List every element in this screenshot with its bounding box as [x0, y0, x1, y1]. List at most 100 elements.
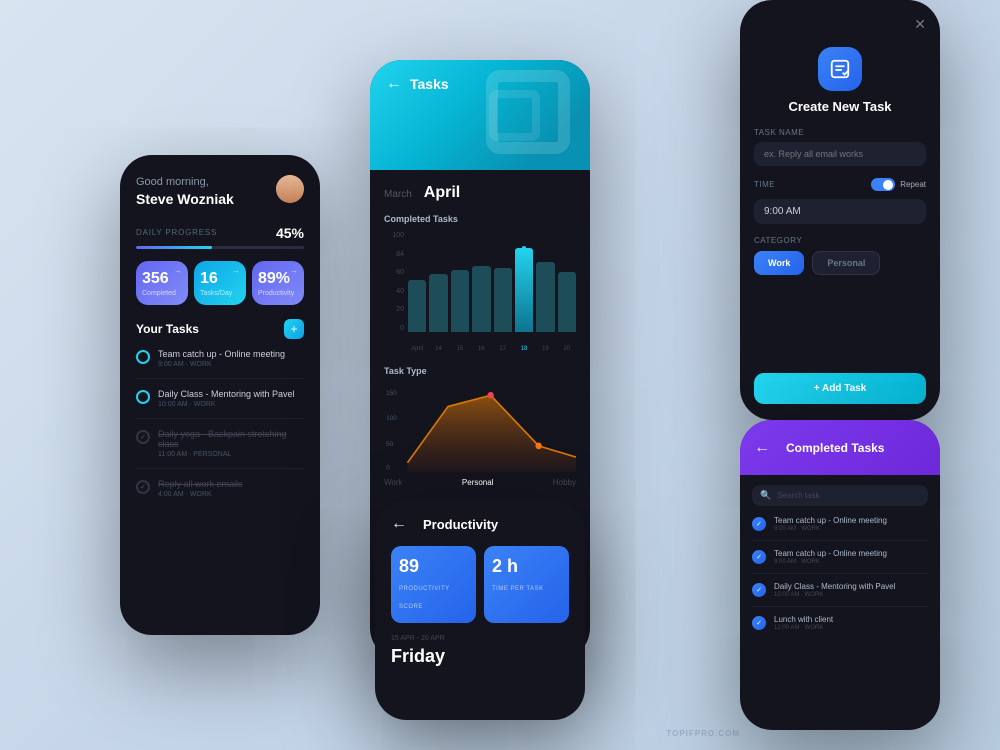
task-type-label: Task Type	[384, 366, 576, 376]
task-item[interactable]: Team catch up - Online meeting 9:00 AM ·…	[136, 349, 304, 379]
task-checkbox[interactable]	[136, 350, 150, 364]
back-arrow-icon[interactable]: ←	[391, 516, 407, 532]
bar-chart-xaxis: April 14 15 16 17 18 19 20	[408, 346, 576, 352]
completed-task-name: Team catch up - Online meeting	[774, 549, 928, 558]
completed-task-meta: 12:00 AM · WORK	[774, 625, 928, 631]
stat-card-tasks-per-day[interactable]: → 16 Tasks/Day	[194, 261, 246, 305]
task-name: Reply all work emails	[158, 479, 304, 489]
task-checkbox-done[interactable]	[136, 480, 150, 494]
svg-text:150: 150	[386, 390, 397, 397]
bar-18-active	[515, 248, 533, 332]
add-task-button[interactable]: +	[284, 319, 304, 339]
productivity-score-card: 89 PRODUCTIVITY SCORE	[391, 546, 476, 623]
progress-percent: 45%	[276, 225, 304, 241]
task-name-group: Task Name	[754, 128, 926, 166]
task-checkbox-done[interactable]	[136, 430, 150, 444]
repeat-label: Repeat	[900, 180, 926, 189]
search-placeholder: Search task	[777, 491, 819, 500]
stat-card-completed[interactable]: → 356 Completed	[136, 261, 188, 305]
chart-xaxis: Work Personal Hobby	[384, 478, 576, 487]
svg-text:50: 50	[386, 441, 393, 448]
progress-label: DAILY PROGRESS	[136, 228, 217, 237]
progress-bar-bg	[136, 246, 304, 249]
completed-task-item: ✓ Daily Class - Mentoring with Pavel 10:…	[752, 582, 928, 607]
user-name: Steve Wozniak	[136, 190, 234, 208]
time-per-task-card: 2 h TIME PER TASK	[484, 546, 569, 623]
task-meta: 9:00 AM · WORK	[158, 361, 304, 368]
phone-productivity: ← Productivity 89 PRODUCTIVITY SCORE 2 h…	[375, 500, 585, 720]
avatar[interactable]	[276, 175, 304, 203]
month-tabs: March April	[384, 184, 576, 202]
progress-section: DAILY PROGRESS 45%	[136, 225, 304, 249]
search-row[interactable]: 🔍 Search task	[752, 485, 928, 506]
completed-check-icon: ✓	[752, 550, 766, 564]
tasks-chart-header: ← Tasks	[370, 60, 590, 170]
category-work-button[interactable]: Work	[754, 251, 804, 275]
task-name: Team catch up - Online meeting	[158, 349, 304, 359]
create-task-screen: ✕ Create New Task Task Name Time	[740, 0, 940, 420]
category-personal-button[interactable]: Personal	[812, 251, 880, 275]
phone-create-task: ✕ Create New Task Task Name Time	[740, 0, 940, 420]
task-item[interactable]: Reply all work emails 4:00 AM · WORK	[136, 479, 304, 508]
category-label: Category	[754, 236, 926, 245]
watermark: TOPIFPRO.COM	[666, 729, 740, 738]
repeat-toggle[interactable]: Repeat	[871, 178, 926, 191]
task-name: Daily yoga - Backpain stretching class	[158, 429, 304, 449]
completed-check-icon: ✓	[752, 583, 766, 597]
stats-grid: → 356 Completed → 16 Tasks/Day → 89% Pro…	[136, 261, 304, 305]
productivity-score-value: 89	[399, 556, 468, 577]
completed-check-icon: ✓	[752, 517, 766, 531]
create-icon-row: Create New Task	[754, 47, 926, 114]
tasks-chart-body: March April Completed Tasks 100 84 60 40…	[370, 170, 590, 501]
task-icon	[829, 58, 851, 80]
task-name: Daily Class - Mentoring with Pavel	[158, 389, 304, 399]
back-arrow-icon[interactable]: ←	[754, 440, 770, 456]
task-name-label: Task Name	[754, 128, 926, 137]
productivity-title: Productivity	[423, 517, 498, 532]
bar-16	[472, 266, 490, 332]
day-title: Friday	[391, 646, 569, 667]
task-item[interactable]: Daily Class - Mentoring with Pavel 10:00…	[136, 389, 304, 419]
close-icon[interactable]: ✕	[914, 16, 926, 33]
month-march[interactable]: March	[384, 189, 412, 200]
bar-chart-bars	[408, 232, 576, 332]
category-buttons: Work Personal	[754, 251, 926, 275]
completed-task-list: ✓ Team catch up - Online meeting 9:00 AM…	[752, 516, 928, 639]
completed-task-item: ✓ Lunch with client 12:00 AM · WORK	[752, 615, 928, 639]
completed-tasks-label: Completed Tasks	[384, 214, 576, 224]
bar-highlight	[522, 246, 526, 250]
completed-task-name: Daily Class - Mentoring with Pavel	[774, 582, 928, 591]
back-arrow-icon[interactable]: ←	[386, 76, 402, 92]
bar-17	[494, 268, 512, 332]
completed-task-name: Team catch up - Online meeting	[774, 516, 928, 525]
time-value[interactable]: 9:00 AM	[754, 199, 926, 224]
your-tasks-title: Your Tasks	[136, 322, 199, 336]
task-name-input[interactable]	[754, 142, 926, 166]
bar-20	[558, 272, 576, 332]
bar-19	[536, 262, 554, 332]
completed-task-meta: 9:00 AM · WORK	[774, 526, 928, 532]
task-meta: 10:00 AM · WORK	[158, 401, 304, 408]
completed-task-item: ✓ Team catch up - Online meeting 9:00 AM…	[752, 549, 928, 574]
bar-chart: 100 84 60 40 20 0 April	[384, 232, 576, 352]
add-task-button[interactable]: + Add Task	[754, 373, 926, 404]
line-chart-section: Task Type 150 100 50 0	[384, 366, 576, 487]
task-checkbox[interactable]	[136, 390, 150, 404]
completed-task-item: ✓ Team catch up - Online meeting 9:00 AM…	[752, 516, 928, 541]
completed-task-meta: 9:00 AM · WORK	[774, 559, 928, 565]
completed-tasks-header: ← Completed Tasks	[740, 420, 940, 475]
stat-card-productivity[interactable]: → 89% Productivity	[252, 261, 304, 305]
category-group: Category Work Personal	[754, 236, 926, 289]
task-meta: 11:00 AM · PERSONAL	[158, 451, 304, 458]
month-april[interactable]: April	[424, 184, 460, 202]
line-chart: 150 100 50 0	[384, 384, 576, 474]
completed-check-icon: ✓	[752, 616, 766, 630]
phone-dashboard: Good morning, Steve Wozniak DAILY PROGRE…	[120, 155, 320, 635]
productivity-score-label: PRODUCTIVITY SCORE	[399, 586, 450, 610]
task-item[interactable]: Daily yoga - Backpain stretching class 1…	[136, 429, 304, 469]
create-task-title: Create New Task	[788, 99, 891, 114]
svg-text:100: 100	[386, 415, 397, 422]
task-icon-circle	[818, 47, 862, 91]
greeting-text: Good morning,	[136, 175, 234, 190]
completed-task-name: Lunch with client	[774, 615, 928, 624]
